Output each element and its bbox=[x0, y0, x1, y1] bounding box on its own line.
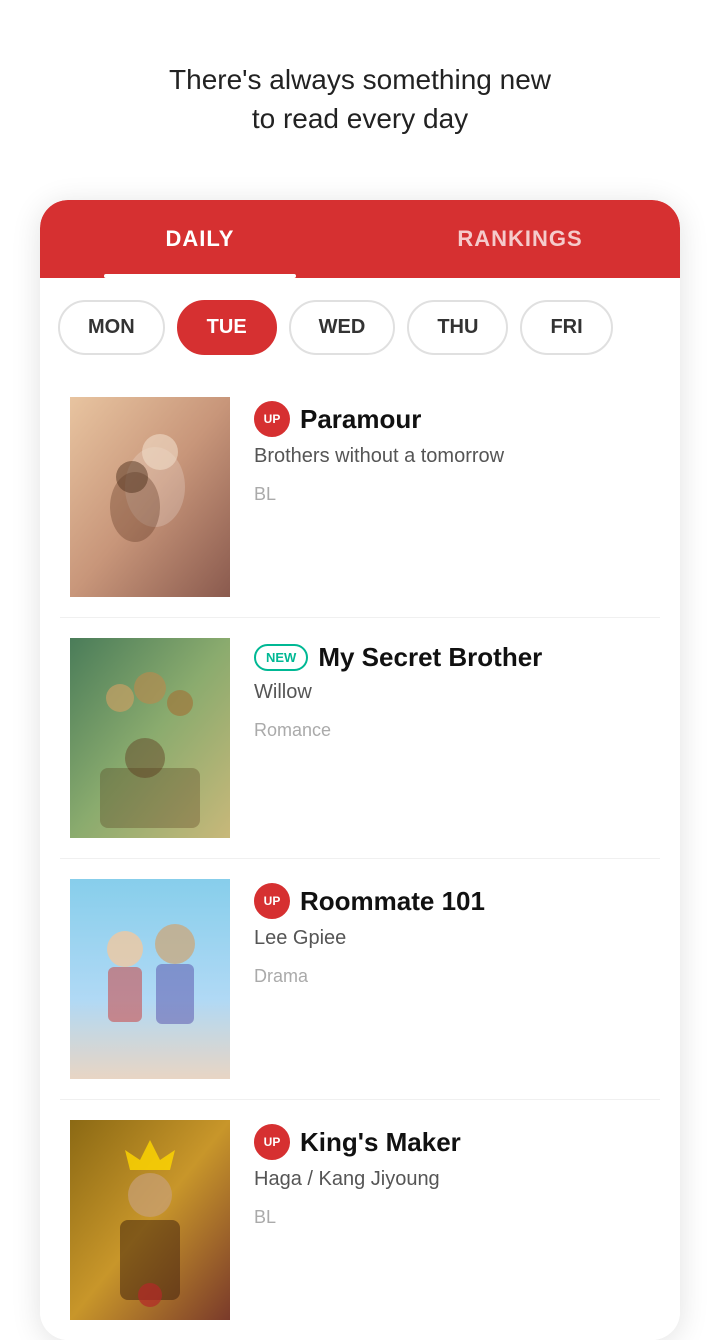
badge-new: NEW bbox=[254, 644, 308, 671]
card-container: DAILY RANKINGS MON TUE WED THU FRI bbox=[40, 200, 680, 1340]
day-tue[interactable]: TUE bbox=[177, 300, 277, 355]
comic-item[interactable]: NEW My Secret Brother Willow Romance bbox=[60, 618, 660, 859]
comic-info: UP Paramour Brothers without a tomorrow … bbox=[230, 397, 650, 505]
comic-info: NEW My Secret Brother Willow Romance bbox=[230, 638, 650, 741]
comic-cover bbox=[70, 638, 230, 838]
comic-info: UP King's Maker Haga / Kang Jiyoung BL bbox=[230, 1120, 650, 1228]
comic-title: Paramour bbox=[300, 404, 421, 435]
day-fri[interactable]: FRI bbox=[520, 300, 612, 355]
day-mon[interactable]: MON bbox=[58, 300, 165, 355]
comic-title: My Secret Brother bbox=[318, 642, 542, 673]
day-selector: MON TUE WED THU FRI bbox=[40, 278, 680, 377]
comic-item[interactable]: UP King's Maker Haga / Kang Jiyoung BL bbox=[60, 1100, 660, 1340]
header-subtitle: There's always something newto read ever… bbox=[40, 60, 680, 138]
comic-genre: BL bbox=[254, 1207, 650, 1228]
badge-up: UP bbox=[254, 883, 290, 919]
badge-up: UP bbox=[254, 401, 290, 437]
comic-title: Roommate 101 bbox=[300, 886, 485, 917]
comic-item[interactable]: UP Roommate 101 Lee Gpiee Drama bbox=[60, 859, 660, 1100]
comic-author: Haga / Kang Jiyoung bbox=[254, 1168, 650, 1191]
tab-daily[interactable]: DAILY bbox=[40, 200, 360, 278]
comic-author: Lee Gpiee bbox=[254, 927, 650, 950]
tab-rankings[interactable]: RANKINGS bbox=[360, 200, 680, 278]
day-wed[interactable]: WED bbox=[289, 300, 396, 355]
comic-genre: BL bbox=[254, 484, 650, 505]
header-section: There's always something newto read ever… bbox=[0, 0, 720, 180]
comics-list: UP Paramour Brothers without a tomorrow … bbox=[40, 377, 680, 1340]
comic-author: Brothers without a tomorrow bbox=[254, 445, 650, 468]
comic-genre: Drama bbox=[254, 966, 650, 987]
comic-cover bbox=[70, 879, 230, 1079]
comic-item[interactable]: UP Paramour Brothers without a tomorrow … bbox=[60, 377, 660, 618]
comic-genre: Romance bbox=[254, 720, 650, 741]
comic-cover bbox=[70, 397, 230, 597]
comic-cover bbox=[70, 1120, 230, 1320]
comic-info: UP Roommate 101 Lee Gpiee Drama bbox=[230, 879, 650, 987]
badge-up: UP bbox=[254, 1124, 290, 1160]
tab-bar: DAILY RANKINGS bbox=[40, 200, 680, 278]
day-thu[interactable]: THU bbox=[407, 300, 508, 355]
comic-author: Willow bbox=[254, 681, 650, 704]
comic-title: King's Maker bbox=[300, 1127, 461, 1158]
